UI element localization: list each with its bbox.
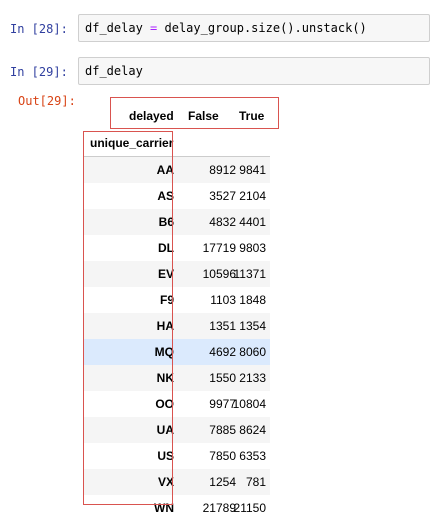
code-text: df_delay [85,64,143,78]
input-prompt: In [28]: [10,22,68,36]
cell-true: 1848 [239,293,266,307]
cell-false: 8912 [209,163,236,177]
annotation-box-columns [110,97,279,129]
code-editor[interactable]: df_delay = delay_group.size().unstack() [78,14,430,42]
cell-true: 9803 [239,241,266,255]
cell-true: 781 [245,475,266,489]
code-editor[interactable]: df_delay [78,57,430,85]
cell-true: 11371 [233,267,266,281]
cell-true: 8624 [239,423,266,437]
cell-true: 21150 [233,501,266,515]
cell-true: 10804 [232,397,266,411]
cell-true: 8060 [239,345,266,359]
cell-false: 4832 [209,215,236,229]
cell-false: 7850 [209,449,236,463]
cell-true: 2133 [239,371,266,385]
code-text: df_delay = delay_group.size().unstack() [85,21,367,35]
cell-false: 21789 [202,501,236,515]
cell-true: 4401 [239,215,266,229]
cell-false: 1351 [209,319,236,333]
output-prompt: Out[29]: [18,94,76,108]
input-prompt: In [29]: [10,65,68,79]
cell-false: 1254 [209,475,236,489]
cell-false: 7885 [209,423,236,437]
cell-false: 1103 [210,293,236,307]
cell-false: 17719 [202,241,236,255]
annotation-box-index [83,131,173,505]
cell-false: 10596 [202,267,236,281]
cell-false: 1550 [209,371,236,385]
cell-true: 6353 [239,449,266,463]
cell-true: 1354 [239,319,266,333]
cell-false: 4692 [209,345,236,359]
cell-true: 2104 [239,189,266,203]
cell-true: 9841 [239,163,266,177]
cell-false: 3527 [209,189,236,203]
